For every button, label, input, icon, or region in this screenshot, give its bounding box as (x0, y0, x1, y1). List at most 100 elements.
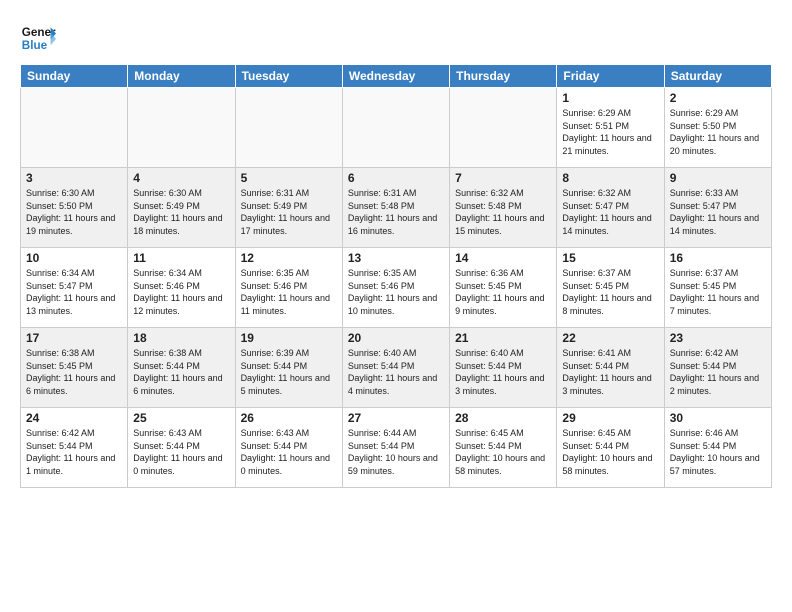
day-cell-12: 12 Sunrise: 6:35 AM Sunset: 5:46 PM Dayli… (235, 248, 342, 328)
weekday-header-wednesday: Wednesday (342, 65, 449, 88)
day-info: Sunrise: 6:32 AM Sunset: 5:48 PM Dayligh… (455, 187, 551, 237)
empty-cell (21, 88, 128, 168)
day-number: 8 (562, 171, 658, 185)
day-cell-23: 23 Sunrise: 6:42 AM Sunset: 5:44 PM Dayli… (664, 328, 771, 408)
day-number: 6 (348, 171, 444, 185)
day-cell-5: 5 Sunrise: 6:31 AM Sunset: 5:49 PM Daylig… (235, 168, 342, 248)
day-number: 13 (348, 251, 444, 265)
day-number: 9 (670, 171, 766, 185)
logo-icon: General Blue (20, 20, 56, 56)
day-cell-16: 16 Sunrise: 6:37 AM Sunset: 5:45 PM Dayli… (664, 248, 771, 328)
day-cell-6: 6 Sunrise: 6:31 AM Sunset: 5:48 PM Daylig… (342, 168, 449, 248)
week-row-5: 24 Sunrise: 6:42 AM Sunset: 5:44 PM Dayli… (21, 408, 772, 488)
day-number: 27 (348, 411, 444, 425)
day-cell-3: 3 Sunrise: 6:30 AM Sunset: 5:50 PM Daylig… (21, 168, 128, 248)
week-row-3: 10Sunrise: 6:34 AM Sunset: 5:47 PM Dayli… (21, 248, 772, 328)
empty-cell (235, 88, 342, 168)
day-number: 28 (455, 411, 551, 425)
day-number: 5 (241, 171, 337, 185)
day-number: 12 (241, 251, 337, 265)
day-info: Sunrise: 6:29 AM Sunset: 5:50 PM Dayligh… (670, 107, 766, 157)
day-info: Sunrise: 6:30 AM Sunset: 5:50 PM Dayligh… (26, 187, 122, 237)
day-number: 18 (133, 331, 229, 345)
day-info: Sunrise: 6:44 AM Sunset: 5:44 PM Dayligh… (348, 427, 444, 477)
day-cell-28: 28Sunrise: 6:45 AM Sunset: 5:44 PM Dayli… (450, 408, 557, 488)
day-number: 19 (241, 331, 337, 345)
day-info: Sunrise: 6:35 AM Sunset: 5:46 PM Dayligh… (348, 267, 444, 317)
day-cell-29: 29Sunrise: 6:45 AM Sunset: 5:44 PM Dayli… (557, 408, 664, 488)
day-number: 10 (26, 251, 122, 265)
day-cell-26: 26 Sunrise: 6:43 AM Sunset: 5:44 PM Dayli… (235, 408, 342, 488)
day-cell-25: 25Sunrise: 6:43 AM Sunset: 5:44 PM Dayli… (128, 408, 235, 488)
day-cell-10: 10Sunrise: 6:34 AM Sunset: 5:47 PM Dayli… (21, 248, 128, 328)
day-number: 7 (455, 171, 551, 185)
day-cell-9: 9 Sunrise: 6:33 AM Sunset: 5:47 PM Daylig… (664, 168, 771, 248)
empty-cell (128, 88, 235, 168)
weekday-header-saturday: Saturday (664, 65, 771, 88)
day-number: 3 (26, 171, 122, 185)
weekday-header-monday: Monday (128, 65, 235, 88)
week-row-1: 1Sunrise: 6:29 AM Sunset: 5:51 PM Daylig… (21, 88, 772, 168)
empty-cell (342, 88, 449, 168)
day-cell-2: 2 Sunrise: 6:29 AM Sunset: 5:50 PM Daylig… (664, 88, 771, 168)
day-info: Sunrise: 6:45 AM Sunset: 5:44 PM Dayligh… (562, 427, 658, 477)
day-cell-17: 17Sunrise: 6:38 AM Sunset: 5:45 PM Dayli… (21, 328, 128, 408)
empty-cell (450, 88, 557, 168)
day-number: 1 (562, 91, 658, 105)
day-info: Sunrise: 6:36 AM Sunset: 5:45 PM Dayligh… (455, 267, 551, 317)
day-cell-13: 13 Sunrise: 6:35 AM Sunset: 5:46 PM Dayli… (342, 248, 449, 328)
day-cell-1: 1Sunrise: 6:29 AM Sunset: 5:51 PM Daylig… (557, 88, 664, 168)
day-cell-21: 21Sunrise: 6:40 AM Sunset: 5:44 PM Dayli… (450, 328, 557, 408)
day-info: Sunrise: 6:42 AM Sunset: 5:44 PM Dayligh… (670, 347, 766, 397)
day-number: 24 (26, 411, 122, 425)
weekday-header-row: SundayMondayTuesdayWednesdayThursdayFrid… (21, 65, 772, 88)
weekday-header-tuesday: Tuesday (235, 65, 342, 88)
day-cell-11: 11 Sunrise: 6:34 AM Sunset: 5:46 PM Dayli… (128, 248, 235, 328)
day-info: Sunrise: 6:41 AM Sunset: 5:44 PM Dayligh… (562, 347, 658, 397)
logo: General Blue (20, 20, 56, 56)
day-number: 16 (670, 251, 766, 265)
calendar-table: SundayMondayTuesdayWednesdayThursdayFrid… (20, 64, 772, 488)
day-info: Sunrise: 6:46 AM Sunset: 5:44 PM Dayligh… (670, 427, 766, 477)
day-number: 30 (670, 411, 766, 425)
day-number: 26 (241, 411, 337, 425)
day-info: Sunrise: 6:38 AM Sunset: 5:44 PM Dayligh… (133, 347, 229, 397)
week-row-2: 3 Sunrise: 6:30 AM Sunset: 5:50 PM Daylig… (21, 168, 772, 248)
page-header: General Blue (20, 16, 772, 56)
day-cell-30: 30 Sunrise: 6:46 AM Sunset: 5:44 PM Dayli… (664, 408, 771, 488)
day-number: 20 (348, 331, 444, 345)
day-number: 22 (562, 331, 658, 345)
weekday-header-thursday: Thursday (450, 65, 557, 88)
day-cell-20: 20 Sunrise: 6:40 AM Sunset: 5:44 PM Dayli… (342, 328, 449, 408)
svg-text:Blue: Blue (22, 39, 48, 52)
day-info: Sunrise: 6:39 AM Sunset: 5:44 PM Dayligh… (241, 347, 337, 397)
day-info: Sunrise: 6:35 AM Sunset: 5:46 PM Dayligh… (241, 267, 337, 317)
weekday-header-friday: Friday (557, 65, 664, 88)
day-cell-27: 27 Sunrise: 6:44 AM Sunset: 5:44 PM Dayli… (342, 408, 449, 488)
day-cell-18: 18 Sunrise: 6:38 AM Sunset: 5:44 PM Dayli… (128, 328, 235, 408)
day-info: Sunrise: 6:34 AM Sunset: 5:46 PM Dayligh… (133, 267, 229, 317)
day-number: 15 (562, 251, 658, 265)
day-number: 11 (133, 251, 229, 265)
day-info: Sunrise: 6:37 AM Sunset: 5:45 PM Dayligh… (670, 267, 766, 317)
day-number: 17 (26, 331, 122, 345)
day-info: Sunrise: 6:31 AM Sunset: 5:48 PM Dayligh… (348, 187, 444, 237)
day-cell-8: 8 Sunrise: 6:32 AM Sunset: 5:47 PM Daylig… (557, 168, 664, 248)
day-info: Sunrise: 6:32 AM Sunset: 5:47 PM Dayligh… (562, 187, 658, 237)
day-info: Sunrise: 6:33 AM Sunset: 5:47 PM Dayligh… (670, 187, 766, 237)
day-info: Sunrise: 6:42 AM Sunset: 5:44 PM Dayligh… (26, 427, 122, 477)
day-number: 14 (455, 251, 551, 265)
day-number: 4 (133, 171, 229, 185)
day-number: 2 (670, 91, 766, 105)
day-info: Sunrise: 6:31 AM Sunset: 5:49 PM Dayligh… (241, 187, 337, 237)
week-row-4: 17Sunrise: 6:38 AM Sunset: 5:45 PM Dayli… (21, 328, 772, 408)
day-cell-15: 15 Sunrise: 6:37 AM Sunset: 5:45 PM Dayli… (557, 248, 664, 328)
day-cell-7: 7 Sunrise: 6:32 AM Sunset: 5:48 PM Daylig… (450, 168, 557, 248)
day-cell-24: 24 Sunrise: 6:42 AM Sunset: 5:44 PM Dayli… (21, 408, 128, 488)
day-info: Sunrise: 6:43 AM Sunset: 5:44 PM Dayligh… (241, 427, 337, 477)
day-number: 23 (670, 331, 766, 345)
day-info: Sunrise: 6:37 AM Sunset: 5:45 PM Dayligh… (562, 267, 658, 317)
day-info: Sunrise: 6:40 AM Sunset: 5:44 PM Dayligh… (348, 347, 444, 397)
day-info: Sunrise: 6:30 AM Sunset: 5:49 PM Dayligh… (133, 187, 229, 237)
day-number: 25 (133, 411, 229, 425)
